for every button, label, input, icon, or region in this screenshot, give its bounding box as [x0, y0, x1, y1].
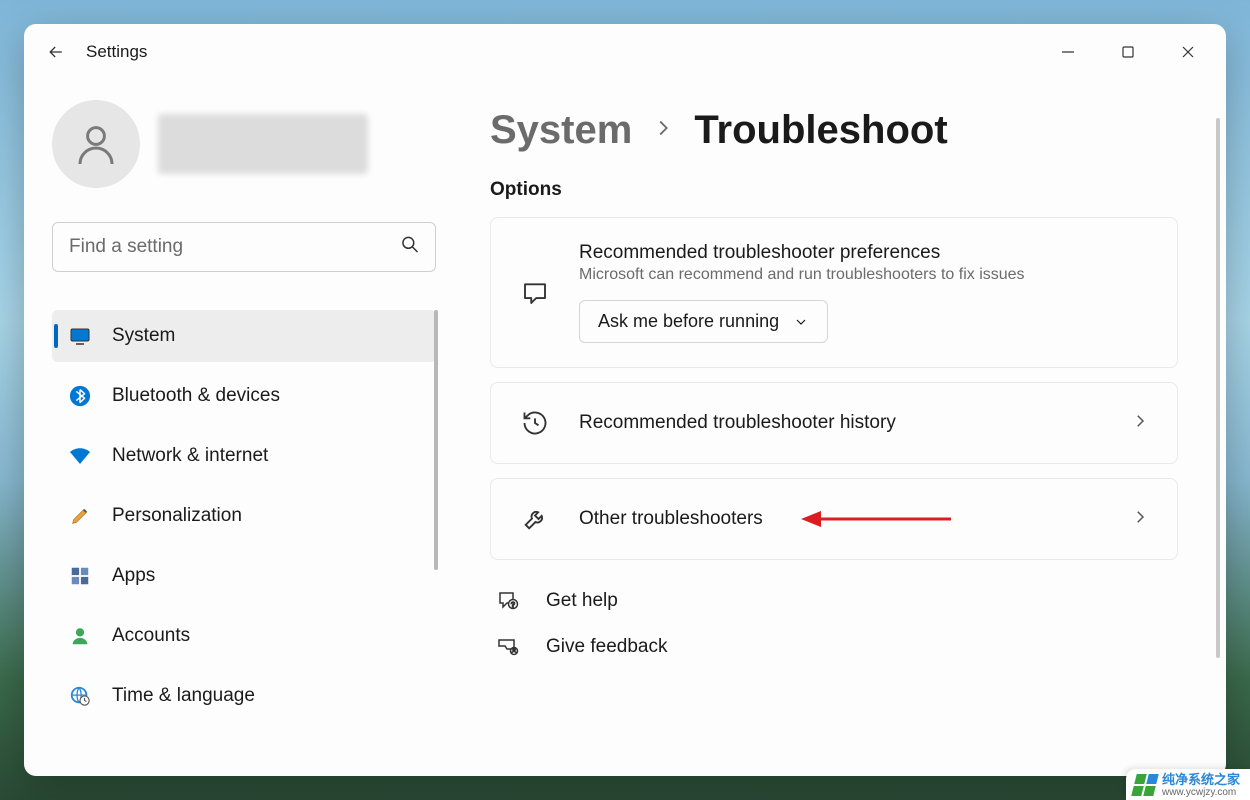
apps-icon — [68, 564, 92, 588]
watermark-logo — [1131, 774, 1158, 796]
chat-icon — [519, 277, 551, 309]
maximize-icon — [1121, 45, 1135, 59]
wifi-icon — [68, 444, 92, 468]
sidebar-item-label: Personalization — [112, 505, 242, 527]
paintbrush-icon — [68, 504, 92, 528]
watermark: 纯净系统之家 www.ycwjzy.com — [1126, 769, 1250, 800]
main-panel: System Troubleshoot Options Recommended … — [454, 80, 1226, 776]
profile-info-redacted — [158, 114, 368, 174]
nav-list: System Bluetooth & devices Network & int… — [52, 310, 436, 730]
chevron-right-icon — [1131, 412, 1149, 435]
settings-window: Settings — [24, 24, 1226, 776]
titlebar: Settings — [24, 24, 1226, 80]
card-troubleshooter-preferences: Recommended troubleshooter preferences M… — [490, 217, 1178, 368]
card-title: Recommended troubleshooter history — [579, 412, 1103, 434]
back-button[interactable] — [32, 28, 80, 76]
dropdown-value: Ask me before running — [598, 311, 779, 332]
content-area: System Bluetooth & devices Network & int… — [24, 80, 1226, 776]
search-icon — [400, 235, 420, 260]
arrow-left-icon — [46, 42, 66, 62]
sidebar-item-accounts[interactable]: Accounts — [52, 610, 436, 662]
link-label: Give feedback — [546, 636, 667, 658]
sidebar-item-apps[interactable]: Apps — [52, 550, 436, 602]
globe-clock-icon — [68, 684, 92, 708]
link-give-feedback[interactable]: Give feedback — [490, 624, 1178, 670]
sidebar-item-bluetooth[interactable]: Bluetooth & devices — [52, 370, 436, 422]
bluetooth-icon — [68, 384, 92, 408]
chevron-right-icon — [652, 117, 674, 144]
watermark-title: 纯净系统之家 — [1162, 773, 1240, 787]
chevron-down-icon — [793, 314, 809, 330]
accounts-icon — [68, 624, 92, 648]
watermark-url: www.ycwjzy.com — [1162, 787, 1240, 798]
sidebar-item-network[interactable]: Network & internet — [52, 430, 436, 482]
preferences-dropdown[interactable]: Ask me before running — [579, 300, 828, 343]
search-box — [52, 222, 436, 272]
link-get-help[interactable]: ? Get help — [490, 578, 1178, 624]
sidebar-item-time-language[interactable]: Time & language — [52, 670, 436, 722]
breadcrumb-current: Troubleshoot — [694, 108, 947, 153]
close-icon — [1181, 45, 1195, 59]
svg-text:?: ? — [511, 602, 515, 609]
section-title-options: Options — [490, 179, 1178, 201]
close-button[interactable] — [1158, 28, 1218, 76]
window-controls — [1038, 28, 1218, 76]
chevron-right-icon — [1131, 508, 1149, 531]
profile-block[interactable] — [52, 100, 436, 188]
sidebar-scrollbar[interactable] — [434, 310, 438, 570]
search-input[interactable] — [52, 222, 436, 272]
sidebar-item-label: Network & internet — [112, 445, 268, 467]
minimize-button[interactable] — [1038, 28, 1098, 76]
sidebar: System Bluetooth & devices Network & int… — [24, 80, 454, 776]
sidebar-item-label: System — [112, 325, 175, 347]
card-subtitle: Microsoft can recommend and run troubles… — [579, 266, 1149, 284]
sidebar-item-system[interactable]: System — [52, 310, 436, 362]
card-troubleshooter-history[interactable]: Recommended troubleshooter history — [490, 382, 1178, 464]
sidebar-item-label: Time & language — [112, 685, 255, 707]
sidebar-item-label: Accounts — [112, 625, 190, 647]
app-title: Settings — [86, 42, 147, 62]
avatar — [52, 100, 140, 188]
minimize-icon — [1061, 45, 1075, 59]
card-other-troubleshooters[interactable]: Other troubleshooters — [490, 478, 1178, 560]
breadcrumb: System Troubleshoot — [490, 108, 1178, 153]
monitor-icon — [68, 324, 92, 348]
wrench-icon — [519, 503, 551, 535]
sidebar-item-label: Bluetooth & devices — [112, 385, 280, 407]
breadcrumb-parent[interactable]: System — [490, 108, 632, 153]
person-icon — [72, 120, 120, 168]
link-label: Get help — [546, 590, 618, 612]
card-title: Other troubleshooters — [579, 508, 1103, 530]
sidebar-item-personalization[interactable]: Personalization — [52, 490, 436, 542]
help-icon: ? — [496, 588, 522, 614]
history-icon — [519, 407, 551, 439]
card-title: Recommended troubleshooter preferences — [579, 242, 1149, 264]
maximize-button[interactable] — [1098, 28, 1158, 76]
main-scrollbar[interactable] — [1216, 118, 1220, 658]
sidebar-item-label: Apps — [112, 565, 155, 587]
feedback-icon — [496, 634, 522, 660]
related-links: ? Get help Give feedback — [490, 578, 1178, 670]
